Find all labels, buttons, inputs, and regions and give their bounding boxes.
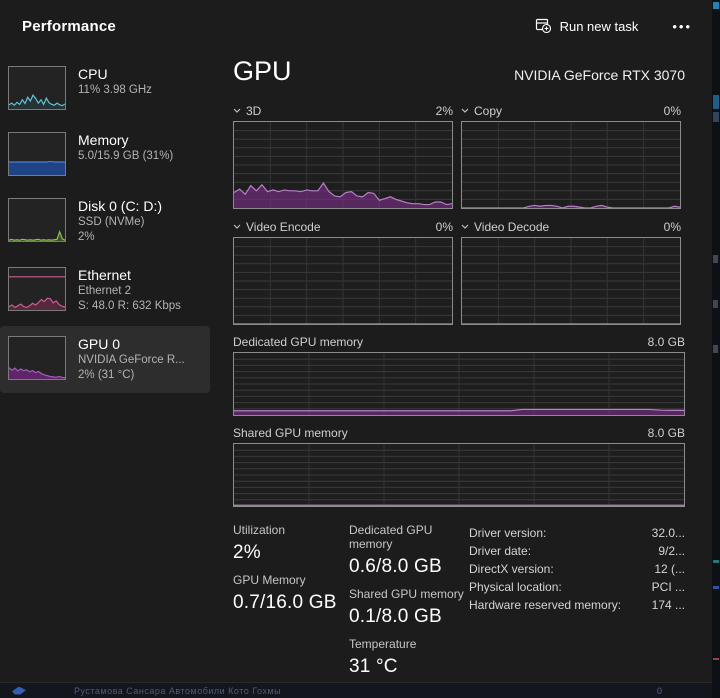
gpu-title: GPU 0 (78, 336, 121, 352)
detail-driver-date: Driver date: 9/2... (469, 544, 685, 558)
chart-video-encode-header[interactable]: Video Encode (233, 220, 321, 234)
chart-copy-header[interactable]: Copy (461, 104, 502, 118)
chart-3d: 3D 2% (233, 102, 453, 209)
cpu-mini-chart (8, 66, 66, 110)
stats-column-1: Utilization 2% GPU Memory 0.7/16.0 GB (233, 523, 349, 687)
performance-sidebar: CPU 11% 3.98 GHz Memory 5.0/15.9 GB (31%… (0, 56, 210, 395)
background-app-icon (12, 686, 26, 695)
gpu-mini-chart (8, 336, 66, 380)
ethernet-mini-chart (8, 267, 66, 311)
sidebar-item-gpu[interactable]: GPU 0 NVIDIA GeForce R... 2% (31 °C) (0, 326, 210, 393)
stat-gpu-memory: GPU Memory 0.7/16.0 GB (233, 573, 337, 613)
engine-charts-grid: 3D 2% Copy 0% Video Encode 0% Video Deco… (233, 102, 685, 325)
dedicated-memory-label: Dedicated GPU memory (233, 335, 364, 349)
titlebar: Performance Run new task ••• (0, 0, 720, 52)
background-fragment (713, 586, 719, 589)
gpu-stats-grid: Utilization 2% GPU Memory 0.7/16.0 GB De… (233, 523, 685, 687)
cpu-stats: 11% 3.98 GHz (78, 84, 152, 96)
disk-title: Disk 0 (C: D:) (78, 198, 162, 214)
chart-video-decode: Video Decode 0% (461, 218, 681, 325)
chevron-down-icon (233, 224, 241, 229)
chart-video-encode-plot (233, 237, 453, 325)
driver-details: Driver version: 32.0... Driver date: 9/2… (469, 523, 685, 687)
background-window-sliver (712, 0, 720, 698)
sidebar-item-ethernet[interactable]: Ethernet Ethernet 2 S: 48.0 R: 632 Kbps (0, 257, 210, 324)
background-badge: 0 (656, 685, 662, 696)
memory-stats: 5.0/15.9 GB (31%) (78, 150, 174, 162)
background-fragment (713, 95, 719, 109)
dedicated-memory-plot (233, 352, 685, 416)
stat-temperature: Temperature 31 °C (349, 637, 417, 677)
background-window-strip: Рустамова Сансара Автомобили Кото Гохмы … (0, 682, 712, 698)
chart-copy: Copy 0% (461, 102, 681, 209)
background-fragment (713, 255, 718, 263)
dedicated-memory-section: Dedicated GPU memory 8.0 GB (233, 335, 685, 416)
sidebar-item-memory[interactable]: Memory 5.0/15.9 GB (31%) (0, 122, 210, 186)
gpu-detail-panel: GPU NVIDIA GeForce RTX 3070 3D 2% Copy 0… (233, 56, 685, 687)
detail-hardware-reserved: Hardware reserved memory: 174 ... (469, 598, 685, 612)
panel-title: GPU (233, 56, 292, 86)
chevron-down-icon (461, 224, 469, 229)
memory-title: Memory (78, 132, 129, 148)
chevron-down-icon (233, 108, 241, 113)
page-title: Performance (22, 17, 116, 35)
background-fragment (713, 658, 719, 660)
detail-directx-version: DirectX version: 12 (... (469, 562, 685, 576)
chart-3d-header[interactable]: 3D (233, 104, 261, 118)
background-fragment (713, 345, 718, 353)
detail-physical-location: Physical location: PCI ... (469, 580, 685, 594)
disk-usage: 2% (78, 231, 95, 243)
gpu-model-label: NVIDIA GeForce RTX 3070 (514, 67, 685, 83)
disk-type: SSD (NVMe) (78, 216, 145, 228)
gpu-name: NVIDIA GeForce R... (78, 354, 185, 366)
detail-driver-version: Driver version: 32.0... (469, 526, 685, 540)
chart-video-encode: Video Encode 0% (233, 218, 453, 325)
shared-memory-max: 8.0 GB (647, 426, 685, 440)
chart-3d-value: 2% (435, 103, 453, 118)
chevron-down-icon (461, 108, 469, 113)
stats-column-2: Dedicated GPU memory 0.6/8.0 GB Shared G… (349, 523, 469, 687)
chart-video-encode-value: 0% (435, 219, 453, 234)
background-fragment (713, 560, 719, 563)
chart-3d-plot (233, 121, 453, 209)
task-manager-window: Performance Run new task ••• CPU 11% 3.9… (0, 0, 720, 698)
stat-shared-memory: Shared GPU memory 0.1/8.0 GB (349, 587, 464, 627)
chart-copy-plot (461, 121, 681, 209)
cpu-title: CPU (78, 66, 108, 82)
ethernet-adapter: Ethernet 2 (78, 285, 132, 297)
shared-memory-plot (233, 443, 685, 507)
chart-copy-value: 0% (663, 103, 681, 118)
chart-video-decode-header[interactable]: Video Decode (461, 220, 549, 234)
background-fragment (713, 300, 718, 308)
run-new-task-label: Run new task (559, 18, 639, 34)
ethernet-throughput: S: 48.0 R: 632 Kbps (78, 300, 181, 312)
shared-memory-section: Shared GPU memory 8.0 GB (233, 426, 685, 507)
sidebar-item-cpu[interactable]: CPU 11% 3.98 GHz (0, 56, 210, 120)
sidebar-item-disk[interactable]: Disk 0 (C: D:) SSD (NVMe) 2% (0, 188, 210, 255)
new-window-plus-icon (535, 17, 551, 36)
stat-utilization: Utilization 2% (233, 523, 286, 563)
dedicated-memory-max: 8.0 GB (647, 335, 685, 349)
more-options-button[interactable]: ••• (662, 15, 702, 38)
disk-mini-chart (8, 198, 66, 242)
run-new-task-button[interactable]: Run new task (525, 11, 649, 42)
stat-dedicated-memory: Dedicated GPU memory 0.6/8.0 GB (349, 523, 442, 577)
chart-video-decode-value: 0% (663, 219, 681, 234)
chart-video-decode-plot (461, 237, 681, 325)
background-fragment (713, 2, 719, 9)
background-fragment (713, 112, 719, 122)
gpu-usage-temp: 2% (31 °C) (78, 369, 135, 381)
memory-mini-chart (8, 132, 66, 176)
background-window-text: Рустамова Сансара Автомобили Кото Гохмы (74, 685, 282, 696)
ethernet-title: Ethernet (78, 267, 131, 283)
shared-memory-label: Shared GPU memory (233, 426, 348, 440)
